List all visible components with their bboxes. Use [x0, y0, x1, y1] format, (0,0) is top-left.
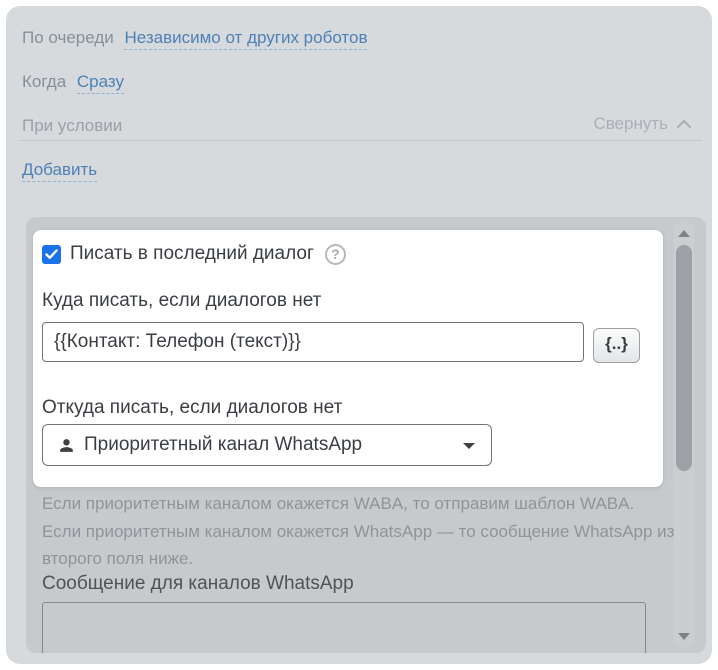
waba-note: Если приоритетным каналом окажется WABA,… [42, 490, 674, 573]
note-line: Если приоритетным каналом окажется WABA,… [42, 490, 674, 518]
chevron-up-icon [676, 119, 692, 129]
scroll-thumb[interactable] [676, 245, 692, 471]
caret-down-icon [463, 443, 475, 449]
add-row: Добавить [22, 160, 97, 180]
write-from-label: Откуда писать, если диалогов нет [42, 397, 342, 419]
when-link[interactable]: Сразу [77, 72, 124, 94]
when-row: Когда Сразу [22, 72, 124, 92]
person-icon [57, 436, 76, 455]
add-button[interactable]: Добавить [22, 160, 97, 182]
scroll-up-icon[interactable] [678, 230, 690, 237]
last-dialog-label: Писать в последний диалог [70, 243, 314, 265]
last-dialog-checkbox[interactable] [42, 245, 61, 264]
queue-row: По очереди Независимо от других роботов [22, 28, 367, 48]
where-to-write-label: Куда писать, если диалогов нет [42, 290, 321, 312]
condition-row: При условии [22, 116, 122, 136]
channel-select[interactable]: Приоритетный канал WhatsApp [42, 424, 492, 466]
note-line: второго поля ниже. [42, 545, 674, 573]
help-icon[interactable]: ? [325, 244, 346, 265]
scrollbar[interactable] [674, 221, 694, 649]
check-icon [45, 249, 58, 260]
action-settings-panel: Писать в последний диалог ? Куда писать,… [26, 217, 706, 653]
collapse-label: Свернуть [593, 114, 668, 134]
divider [20, 140, 702, 141]
robot-settings-panel: По очереди Независимо от других роботов … [6, 6, 712, 664]
collapse-button[interactable]: Свернуть [593, 114, 692, 134]
where-to-write-input[interactable] [42, 322, 584, 362]
insert-variable-button[interactable]: {..} [593, 328, 640, 363]
note-line: Если приоритетным каналом окажется Whats… [42, 518, 674, 546]
when-label: Когда [22, 72, 66, 91]
queue-mode-link[interactable]: Независимо от других роботов [124, 28, 367, 50]
condition-label: При условии [22, 116, 122, 135]
whatsapp-message-label: Сообщение для каналов WhatsApp [42, 573, 354, 595]
whatsapp-message-textarea[interactable] [42, 602, 646, 653]
last-dialog-row: Писать в последний диалог ? [42, 243, 346, 265]
queue-label: По очереди [22, 28, 114, 47]
dialog-settings-card: Писать в последний диалог ? Куда писать,… [33, 230, 663, 487]
scroll-down-icon[interactable] [678, 633, 690, 640]
channel-select-value: Приоритетный канал WhatsApp [84, 434, 362, 456]
